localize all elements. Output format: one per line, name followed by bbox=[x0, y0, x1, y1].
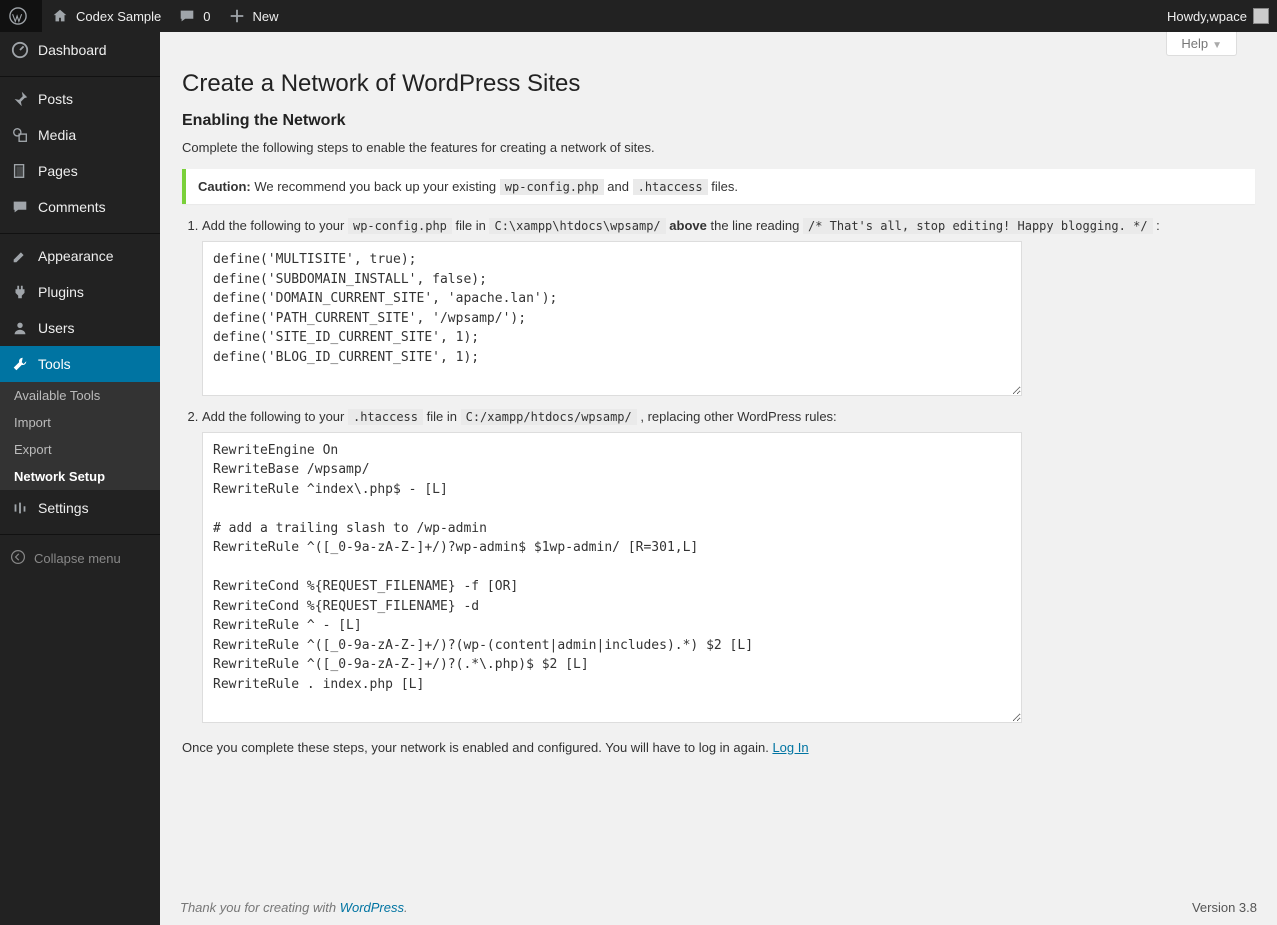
comments-count: 0 bbox=[203, 9, 210, 24]
settings-icon bbox=[10, 498, 30, 518]
pin-icon bbox=[10, 89, 30, 109]
sidebar-item-dashboard[interactable]: Dashboard bbox=[0, 32, 160, 68]
sidebar-item-pages[interactable]: Pages bbox=[0, 153, 160, 189]
step1-pre: Add the following to your bbox=[202, 218, 348, 233]
tools-submenu: Available Tools Import Export Network Se… bbox=[0, 382, 160, 490]
caution-and: and bbox=[604, 179, 633, 194]
step1-file: wp-config.php bbox=[348, 218, 452, 234]
collapse-icon bbox=[10, 549, 26, 568]
step-2: Add the following to your .htaccess file… bbox=[202, 409, 1257, 726]
sidebar-item-label: Dashboard bbox=[38, 42, 107, 58]
chevron-down-icon: ▼ bbox=[1212, 40, 1222, 51]
plus-icon bbox=[227, 6, 247, 26]
howdy-prefix: Howdy, bbox=[1167, 9, 1209, 24]
sidebar-item-label: Plugins bbox=[38, 284, 84, 300]
step2-tail: , replacing other WordPress rules: bbox=[637, 409, 837, 424]
steps-list: Add the following to your wp-config.php … bbox=[202, 218, 1257, 726]
htaccess-code: .htaccess bbox=[633, 179, 708, 195]
site-title: Codex Sample bbox=[76, 9, 161, 24]
sidebar-item-posts[interactable]: Posts bbox=[0, 81, 160, 117]
plugin-icon bbox=[10, 282, 30, 302]
closing-text: Once you complete these steps, your netw… bbox=[182, 740, 772, 755]
sidebar-item-plugins[interactable]: Plugins bbox=[0, 274, 160, 310]
submenu-import[interactable]: Import bbox=[0, 409, 160, 436]
dashboard-icon bbox=[10, 40, 30, 60]
sidebar-item-label: Appearance bbox=[38, 248, 114, 264]
user-name: wpace bbox=[1209, 9, 1247, 24]
step1-tail: : bbox=[1153, 218, 1160, 233]
section-title: Enabling the Network bbox=[182, 112, 1257, 130]
sidebar-item-label: Posts bbox=[38, 91, 73, 107]
login-link[interactable]: Log In bbox=[772, 740, 808, 755]
help-tab[interactable]: Help ▼ bbox=[1166, 32, 1237, 56]
step-1: Add the following to your wp-config.php … bbox=[202, 218, 1257, 399]
comments-bubble[interactable]: 0 bbox=[169, 0, 218, 32]
media-icon bbox=[10, 125, 30, 145]
step1-mid1: file in bbox=[452, 218, 490, 233]
sidebar-item-comments[interactable]: Comments bbox=[0, 189, 160, 225]
home-icon bbox=[50, 6, 70, 26]
step2-mid1: file in bbox=[423, 409, 461, 424]
step1-comment: /* That's all, stop editing! Happy blogg… bbox=[803, 218, 1153, 234]
sidebar-item-label: Pages bbox=[38, 163, 78, 179]
submenu-network-setup[interactable]: Network Setup bbox=[0, 463, 160, 490]
sidebar-item-settings[interactable]: Settings bbox=[0, 490, 160, 526]
caution-text-2: files. bbox=[708, 179, 738, 194]
tools-icon bbox=[10, 354, 30, 374]
step1-mid2: the line reading bbox=[707, 218, 803, 233]
new-content[interactable]: New bbox=[219, 0, 287, 32]
help-label: Help bbox=[1181, 36, 1208, 51]
admin-bar: Codex Sample 0 New Howdy, wpace bbox=[0, 0, 1277, 32]
sidebar-item-appearance[interactable]: Appearance bbox=[0, 238, 160, 274]
sidebar-item-media[interactable]: Media bbox=[0, 117, 160, 153]
page-title: Create a Network of WordPress Sites bbox=[182, 70, 1257, 98]
sidebar-item-label: Media bbox=[38, 127, 76, 143]
htaccess-textarea[interactable] bbox=[202, 432, 1022, 723]
sidebar-item-users[interactable]: Users bbox=[0, 310, 160, 346]
sidebar-item-label: Users bbox=[38, 320, 75, 336]
admin-sidebar: Dashboard Posts Media Pages Comments App… bbox=[0, 32, 160, 925]
caution-label: Caution: bbox=[198, 179, 251, 194]
closing-text-para: Once you complete these steps, your netw… bbox=[182, 740, 1255, 755]
avatar bbox=[1253, 8, 1269, 24]
new-label: New bbox=[253, 9, 279, 24]
wordpress-logo-icon bbox=[8, 6, 28, 26]
footer-wordpress-link[interactable]: WordPress bbox=[340, 900, 404, 915]
footer-thanks-pre: Thank you for creating with bbox=[180, 900, 340, 915]
admin-footer: Thank you for creating with WordPress. V… bbox=[160, 890, 1277, 925]
sidebar-item-tools[interactable]: Tools bbox=[0, 346, 160, 382]
wp-config-textarea[interactable] bbox=[202, 241, 1022, 396]
submenu-available-tools[interactable]: Available Tools bbox=[0, 382, 160, 409]
step1-above: above bbox=[669, 218, 707, 233]
step2-pre: Add the following to your bbox=[202, 409, 348, 424]
wp-logo[interactable] bbox=[0, 0, 42, 32]
content-area: Help ▼ Create a Network of WordPress Site… bbox=[160, 32, 1277, 925]
sidebar-item-label: Settings bbox=[38, 500, 89, 516]
my-account[interactable]: Howdy, wpace bbox=[1159, 0, 1277, 32]
comment-icon bbox=[10, 197, 30, 217]
footer-version: Version 3.8 bbox=[1192, 900, 1257, 915]
footer-thanks-post: . bbox=[404, 900, 408, 915]
lead-text: Complete the following steps to enable t… bbox=[182, 140, 1257, 155]
step2-path: C:/xampp/htdocs/wpsamp/ bbox=[461, 409, 637, 425]
caution-text-1: We recommend you back up your existing bbox=[251, 179, 500, 194]
users-icon bbox=[10, 318, 30, 338]
step2-file: .htaccess bbox=[348, 409, 423, 425]
sidebar-item-label: Tools bbox=[38, 356, 71, 372]
submenu-export[interactable]: Export bbox=[0, 436, 160, 463]
caution-notice: Caution: We recommend you back up your e… bbox=[182, 169, 1255, 204]
site-name[interactable]: Codex Sample bbox=[42, 0, 169, 32]
comment-icon bbox=[177, 6, 197, 26]
page-icon bbox=[10, 161, 30, 181]
wp-config-code: wp-config.php bbox=[500, 179, 604, 195]
collapse-label: Collapse menu bbox=[34, 551, 121, 566]
step1-path: C:\xampp\htdocs\wpsamp/ bbox=[489, 218, 665, 234]
collapse-menu[interactable]: Collapse menu bbox=[0, 539, 160, 578]
appearance-icon bbox=[10, 246, 30, 266]
sidebar-item-label: Comments bbox=[38, 199, 106, 215]
